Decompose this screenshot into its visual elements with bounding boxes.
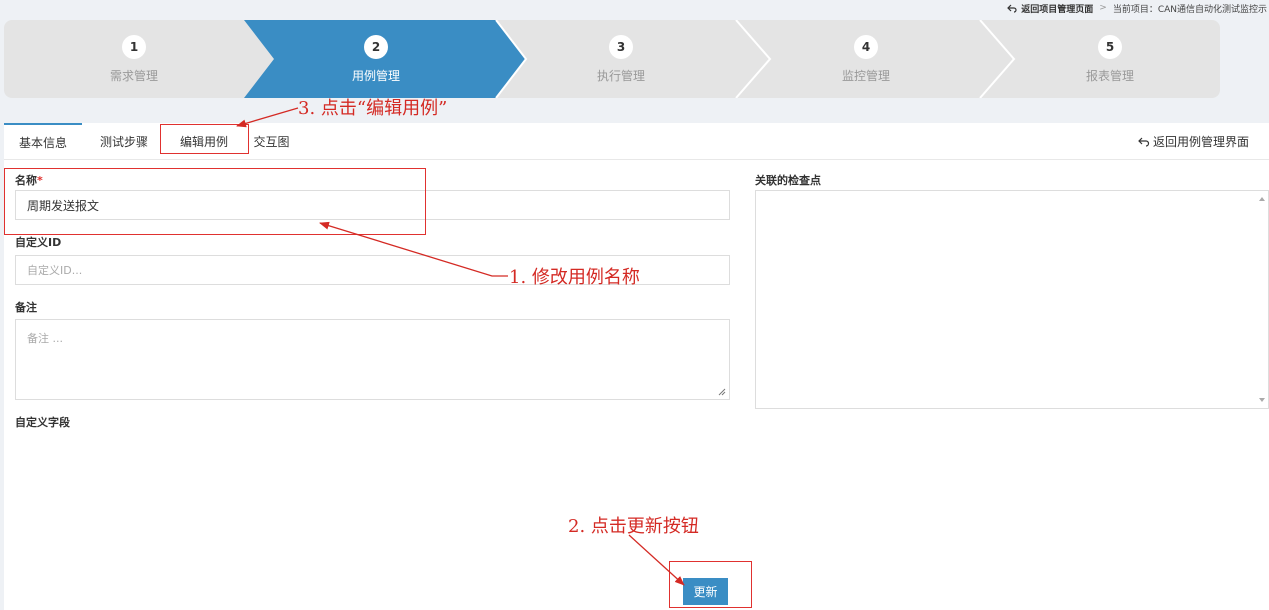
scroll-down-icon[interactable] xyxy=(1259,398,1265,402)
top-bar: 返回项目管理页面 > 当前项目：CAN通信自动化测试监控示 xyxy=(1007,0,1269,16)
annotation-step1: 1. 修改用例名称 xyxy=(509,267,640,288)
wizard-step-requirements[interactable]: 1 需求管理 xyxy=(14,20,254,98)
name-input[interactable]: 周期发送报文 xyxy=(15,190,730,220)
return-arrow-icon xyxy=(1138,137,1150,147)
remark-label: 备注 xyxy=(15,301,37,314)
update-button[interactable]: 更新 xyxy=(683,578,728,605)
annotation-step3: 3. 点击“编辑用例” xyxy=(298,98,448,119)
step-label: 报表管理 xyxy=(1085,68,1134,83)
tab-basic-info[interactable]: 基本信息 xyxy=(4,123,82,160)
tab-interaction-diagram[interactable]: 交互图 xyxy=(249,123,294,160)
back-to-projects-link[interactable]: 返回项目管理页面 xyxy=(1007,2,1093,15)
resize-handle-icon[interactable] xyxy=(718,388,726,396)
breadcrumb-separator: > xyxy=(1099,3,1107,13)
step-label: 需求管理 xyxy=(109,68,158,83)
return-arrow-icon xyxy=(1007,4,1017,13)
current-project-label: 当前项目：CAN通信自动化测试监控示 xyxy=(1112,4,1267,15)
wizard-step-reports[interactable]: 5 报表管理 xyxy=(990,20,1220,98)
custom-id-label: 自定义ID xyxy=(15,236,62,249)
step-label: 执行管理 xyxy=(596,68,645,83)
tab-test-steps[interactable]: 测试步骤 xyxy=(86,123,162,160)
custom-fields-label: 自定义字段 xyxy=(15,416,70,429)
workflow-wizard: 1 需求管理 2 用例管理 3 执行管理 4 监控管理 5 报表管理 xyxy=(4,20,1220,98)
scroll-up-icon[interactable] xyxy=(1259,197,1265,201)
step-number: 3 xyxy=(609,34,633,59)
step-number: 5 xyxy=(1098,34,1122,59)
step-number: 1 xyxy=(122,34,146,59)
tab-edit-case[interactable]: 编辑用例 xyxy=(162,123,246,160)
linked-checkpoints-label: 关联的检查点 xyxy=(755,174,821,187)
annotation-step2: 2. 点击更新按钮 xyxy=(568,516,699,537)
step-number: 4 xyxy=(854,34,878,59)
required-mark: * xyxy=(37,174,43,187)
tab-bar: 基本信息 测试步骤 编辑用例 交互图 返回用例管理界面 xyxy=(4,123,1269,160)
step-label: 用例管理 xyxy=(351,68,400,83)
back-to-cases-label: 返回用例管理界面 xyxy=(1152,135,1249,149)
name-label-text: 名称 xyxy=(15,174,37,187)
step-number: 2 xyxy=(364,34,388,59)
name-label: 名称* xyxy=(15,172,43,188)
wizard-step-monitoring[interactable]: 4 监控管理 xyxy=(746,20,986,98)
step-label: 监控管理 xyxy=(841,68,890,83)
back-to-cases-link[interactable]: 返回用例管理界面 xyxy=(1138,123,1249,160)
remark-placeholder: 备注 ... xyxy=(27,332,63,345)
wizard-step-execution[interactable]: 3 执行管理 xyxy=(501,20,741,98)
remark-textarea[interactable]: 备注 ... xyxy=(15,319,730,400)
wizard-step-test-cases[interactable]: 2 用例管理 xyxy=(256,20,496,98)
linked-checkpoints-list[interactable] xyxy=(755,190,1269,409)
back-to-projects-label: 返回项目管理页面 xyxy=(1021,4,1094,15)
